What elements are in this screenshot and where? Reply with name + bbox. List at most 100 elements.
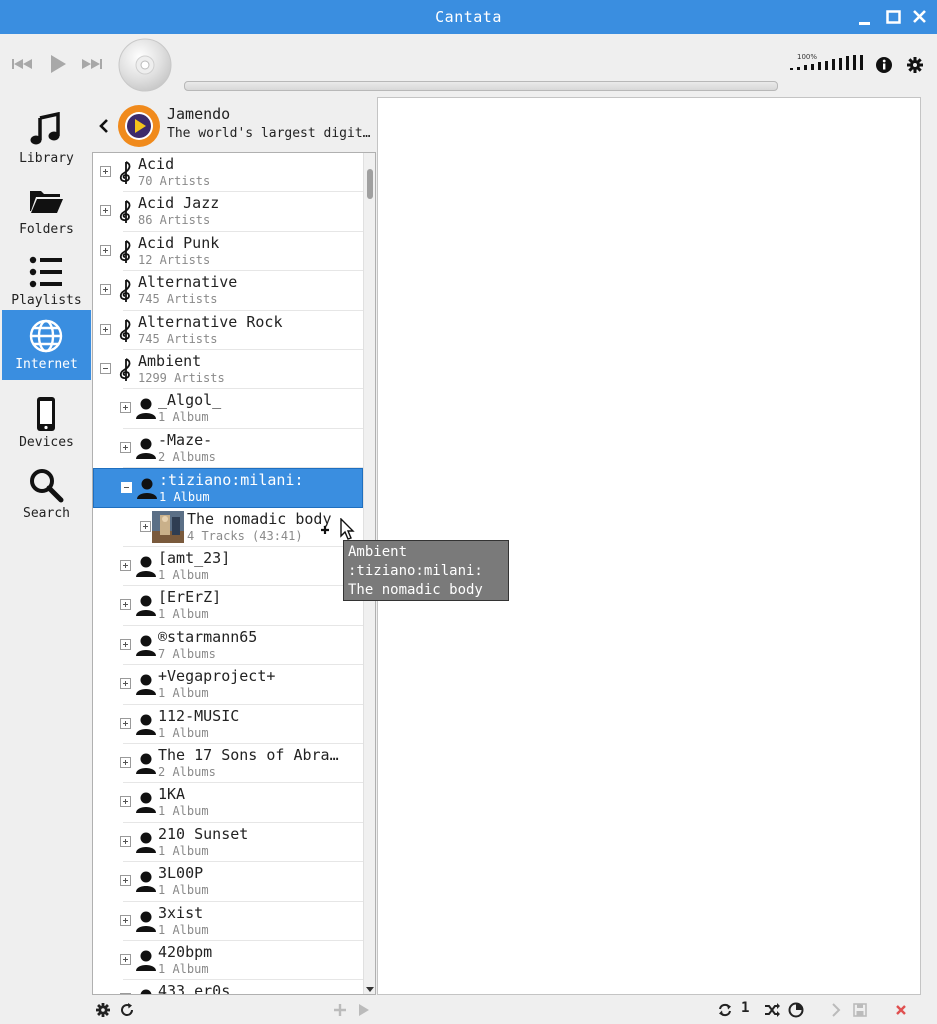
service-description: The world's largest digit… [167, 126, 371, 141]
save-queue-button[interactable] [851, 1001, 869, 1019]
expand-toggle[interactable] [100, 244, 111, 256]
expand-toggle[interactable] [120, 599, 131, 611]
refresh-button[interactable] [118, 1001, 136, 1019]
expand-toggle[interactable] [120, 441, 131, 453]
expand-toggle[interactable] [100, 166, 111, 177]
collapse-toggle[interactable] [100, 363, 111, 374]
row-subtitle: 1 Album [158, 725, 209, 740]
tree-artist-row[interactable]: 210 Sunset 1 Album [93, 823, 363, 863]
shuffle-button[interactable] [763, 1001, 781, 1019]
expand-toggle[interactable] [120, 717, 131, 729]
play-icon [51, 55, 66, 73]
row-subtitle: 2 Albums [158, 765, 216, 779]
cover-art-disc [118, 38, 172, 92]
expand-toggle[interactable] [140, 520, 151, 532]
volume-bars-icon [790, 55, 863, 70]
expand-toggle[interactable] [120, 402, 131, 414]
scroll-down-arrow[interactable] [366, 987, 374, 992]
tree-artist-row[interactable]: 3xist 1 Album [93, 902, 363, 941]
tree-artist-row[interactable]: 1KA 1 Album [93, 783, 363, 823]
tree-artist-row[interactable]: 3L00P 1 Album [93, 862, 363, 902]
expand-toggle[interactable] [120, 914, 131, 926]
sidebar-item-devices[interactable]: Devices [2, 388, 91, 457]
tree-genre-row[interactable]: Acid 70 Artists [93, 153, 363, 193]
sidebar-item-label: Folders [19, 222, 74, 237]
volume-control[interactable] [788, 53, 866, 77]
person-icon [135, 909, 157, 933]
expand-toggle[interactable] [120, 560, 131, 571]
tree-artist-row[interactable]: 433 er0s [93, 980, 363, 994]
collapse-toggle[interactable] [121, 482, 132, 494]
plus-icon [334, 1004, 346, 1016]
expand-toggle[interactable] [100, 205, 111, 217]
row-subtitle: 2 Albums [158, 449, 216, 464]
tree-artist-row[interactable]: [ErErZ] 1 Album [93, 586, 363, 626]
tree-artist-row[interactable]: +Vegaproject+ 1 Album [93, 665, 363, 705]
sidebar-item-folders[interactable]: Folders [2, 175, 91, 244]
tree-artist-row[interactable]: _Algol_ 1 Album [93, 389, 363, 429]
tree-artist-row[interactable]: ®starmann65 7 Albums [93, 626, 363, 666]
row-subtitle: 1 Album [158, 962, 209, 976]
single-mode-indicator[interactable]: 1 [741, 1000, 749, 1016]
sidebar: Library Folders Playlists Internet Devic… [0, 96, 91, 996]
clear-queue-button[interactable] [892, 1001, 910, 1019]
expand-toggle[interactable] [120, 875, 131, 887]
tree-artist-row[interactable]: 112-MUSIC 1 Album [93, 705, 363, 744]
sidebar-item-library[interactable]: Library [2, 104, 91, 173]
scroll-thumb[interactable] [367, 169, 373, 199]
person-icon [135, 436, 157, 460]
row-subtitle: 1 Album [158, 607, 209, 622]
tree-artist-row[interactable]: 420bpm 1 Album [93, 941, 363, 981]
expand-toggle[interactable] [120, 993, 131, 994]
expand-toggle[interactable] [100, 323, 111, 335]
play-button[interactable] [46, 53, 72, 75]
row-subtitle: 745 Artists [138, 331, 218, 346]
search-icon [30, 469, 64, 503]
add-to-queue-button[interactable] [331, 1001, 349, 1019]
close-button[interactable] [910, 6, 930, 28]
back-button[interactable] [97, 116, 111, 136]
expand-toggle[interactable] [100, 284, 111, 296]
config-button[interactable] [94, 1001, 112, 1019]
tree-artist-row[interactable]: [amt_23] 1 Album [93, 547, 363, 587]
next-page-button[interactable] [827, 1001, 845, 1019]
row-title: 420bpm [158, 943, 213, 961]
tree-artist-row[interactable]: The 17 Sons of Abra… 2 Albums [93, 744, 363, 784]
maximize-button[interactable] [884, 6, 904, 28]
play-icon [359, 1004, 369, 1016]
tree-genre-row[interactable]: Alternative 745 Artists [93, 271, 363, 311]
expand-toggle[interactable] [120, 638, 131, 650]
pie-timer-icon [788, 1002, 804, 1018]
tree-artist-row[interactable]: -Maze- 2 Albums [93, 429, 363, 469]
expand-toggle[interactable] [120, 796, 131, 808]
seek-slider[interactable] [184, 81, 778, 91]
tree-genre-row[interactable]: Ambient 1299 Artists [93, 350, 363, 390]
expand-toggle[interactable] [120, 835, 131, 847]
shuffle-icon [765, 1003, 780, 1017]
sidebar-item-playlists[interactable]: Playlists [2, 246, 91, 315]
repeat-icon [719, 1003, 731, 1017]
minimize-button[interactable] [855, 6, 875, 28]
expand-toggle[interactable] [120, 954, 131, 965]
tree-genre-row[interactable]: Acid Jazz 86 Artists [93, 192, 363, 232]
next-track-button[interactable] [80, 53, 106, 75]
row-title: _Algol_ [158, 391, 222, 410]
tree-genre-row[interactable]: Acid Punk 12 Artists [93, 232, 363, 272]
sidebar-item-search[interactable]: Search [2, 459, 91, 528]
globe-icon [29, 319, 63, 353]
info-button[interactable] [874, 55, 894, 75]
consume-button[interactable] [787, 1001, 805, 1019]
person-icon [135, 830, 157, 854]
tree-genre-row[interactable]: Alternative Rock 745 Artists [93, 311, 363, 350]
tooltip: Ambient :tiziano:milani: The nomadic bod… [343, 540, 509, 601]
sidebar-item-internet[interactable]: Internet [2, 310, 91, 380]
tree-artist-row[interactable]: :tiziano:milani: 1 Album [93, 468, 363, 508]
repeat-button[interactable] [716, 1001, 734, 1019]
replace-queue-button[interactable] [354, 1001, 372, 1019]
settings-button[interactable] [905, 55, 925, 75]
previous-track-button[interactable] [10, 53, 36, 75]
browse-tree[interactable]: Acid 70 Artists Acid Jazz 86 Artists Acid Pu… [92, 152, 376, 995]
expand-toggle[interactable] [120, 678, 131, 690]
expand-toggle[interactable] [120, 757, 131, 768]
row-subtitle: 1 Album [158, 843, 209, 858]
